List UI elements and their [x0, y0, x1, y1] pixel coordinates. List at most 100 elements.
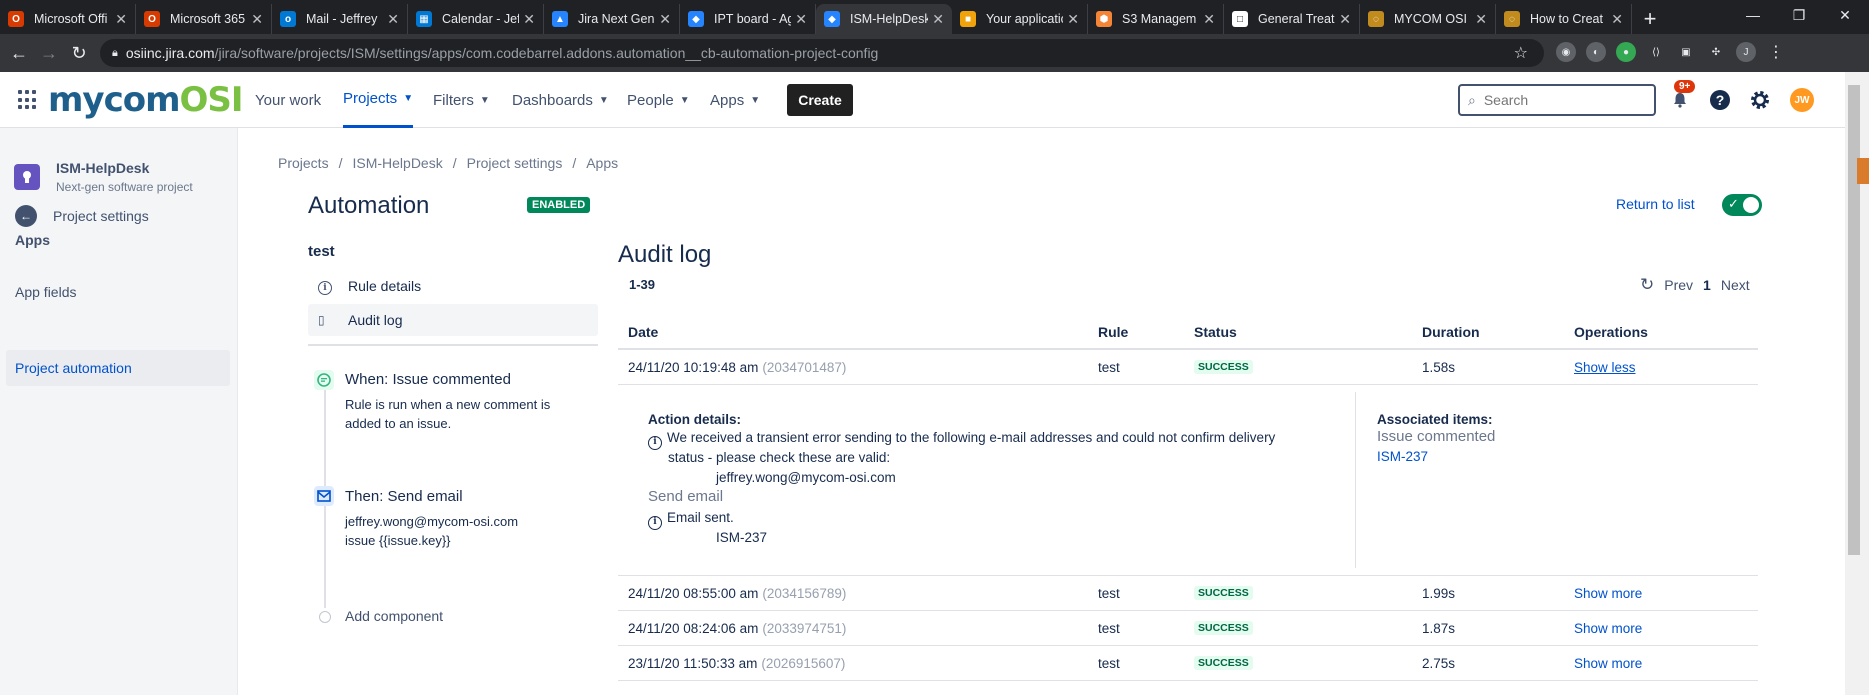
nav-dashboards[interactable]: Dashboards ▼	[512, 72, 609, 128]
tab-close-icon[interactable]: ✕	[1203, 11, 1215, 28]
tab-close-icon[interactable]: ✕	[115, 11, 127, 28]
component-trigger-title[interactable]: When: Issue commented	[345, 371, 511, 388]
show-more-link[interactable]: Show more	[1574, 646, 1642, 680]
browser-tab[interactable]: ◆ ISM-HelpDesk ✕	[816, 4, 952, 34]
row-status: SUCCESS	[1194, 350, 1253, 384]
column-header-operations: Operations	[1574, 324, 1648, 340]
breadcrumb-project[interactable]: ISM-HelpDesk	[352, 155, 442, 171]
associated-issue-link[interactable]: ISM-237	[1377, 449, 1428, 464]
tab-close-icon[interactable]: ✕	[251, 11, 263, 28]
browser-tab[interactable]: ◌ How to Creat ✕	[1496, 4, 1632, 34]
search-input[interactable]	[1483, 92, 1634, 108]
row-duration: 2.75s	[1422, 655, 1456, 671]
email-icon	[314, 486, 334, 506]
minimize-button[interactable]: —	[1730, 0, 1776, 30]
show-more-link[interactable]: Show more	[1574, 576, 1642, 610]
sidebar-back-project-settings[interactable]: ← Project settings	[0, 198, 229, 234]
forward-icon[interactable]: →	[34, 38, 64, 68]
row-duration: 1.99s	[1422, 585, 1456, 601]
add-component-button[interactable]: Add component	[345, 608, 443, 624]
row-date: 24/11/20 08:24:06 am (2033974751)	[628, 620, 847, 636]
next-page-button[interactable]: Next	[1721, 277, 1750, 293]
breadcrumb-projects[interactable]: Projects	[278, 155, 329, 171]
chevron-down-icon: ▼	[679, 94, 690, 106]
tab-favicon-icon: □	[1232, 11, 1248, 27]
browser-tab[interactable]: ◆ IPT board - Ag ✕	[680, 4, 816, 34]
puzzle-icon[interactable]: ✣	[1706, 42, 1726, 62]
profile-avatar[interactable]: J	[1736, 42, 1756, 62]
search-box[interactable]: ⌕	[1458, 84, 1656, 116]
tab-close-icon[interactable]: ✕	[932, 11, 944, 28]
tab-close-icon[interactable]: ✕	[1611, 11, 1623, 28]
browser-tab[interactable]: ▲ Jira Next Gen ✕	[544, 4, 680, 34]
browser-tab[interactable]: ■ Your applicatio ✕	[952, 4, 1088, 34]
sidebar-item-project-automation[interactable]: Project automation	[6, 350, 230, 386]
breadcrumb-apps[interactable]: Apps	[586, 155, 618, 171]
tab-favicon-icon: ◆	[688, 11, 704, 27]
rule-menu-audit-log[interactable]: ▯ Audit log	[308, 304, 598, 336]
return-to-list-link[interactable]: Return to list	[1616, 196, 1695, 212]
nav-people[interactable]: People ▼	[627, 72, 690, 128]
extension-icon[interactable]: ●	[1616, 42, 1636, 62]
tab-label: ISM-HelpDesk	[850, 12, 929, 26]
divider	[1355, 392, 1356, 568]
scrollbar-thumb[interactable]	[1848, 85, 1860, 555]
browser-tab[interactable]: ◌ MYCOM OSI ✕	[1360, 4, 1496, 34]
tab-close-icon[interactable]: ✕	[1475, 11, 1487, 28]
toggle-knob	[1743, 197, 1759, 213]
show-less-link[interactable]: Show less	[1574, 350, 1636, 384]
extension-icon[interactable]: ◉	[1556, 42, 1576, 62]
rule-enabled-toggle[interactable]: ✓	[1722, 194, 1762, 216]
sidebar-item-app-fields[interactable]: App fields	[0, 274, 229, 310]
close-window-button[interactable]: ✕	[1822, 0, 1868, 30]
browser-tab[interactable]: O Microsoft 365 ✕	[136, 4, 272, 34]
tab-close-icon[interactable]: ✕	[1067, 11, 1079, 28]
info-icon: i	[318, 277, 334, 295]
table-row: 24/11/20 10:19:48 am (2034701487) test SU…	[618, 350, 1758, 385]
app-switcher-icon[interactable]	[18, 90, 38, 110]
browser-tab[interactable]: o Mail - Jeffrey ✕	[272, 4, 408, 34]
new-tab-button[interactable]: +	[1632, 4, 1668, 34]
column-header-duration: Duration	[1422, 324, 1480, 340]
bookmark-star-icon[interactable]: ☆	[1514, 43, 1528, 63]
tab-label: S3 Managem	[1122, 12, 1197, 26]
user-avatar[interactable]: JW	[1790, 88, 1814, 112]
maximize-button[interactable]: ❐	[1776, 0, 1822, 30]
nav-apps[interactable]: Apps ▼	[710, 72, 760, 128]
settings-gear-icon[interactable]	[1748, 88, 1772, 112]
browser-tab[interactable]: ⬢ S3 Managem ✕	[1088, 4, 1224, 34]
component-action-title[interactable]: Then: Send email	[345, 488, 463, 505]
company-logo[interactable]: mycomOSI	[48, 80, 244, 120]
tab-close-icon[interactable]: ✕	[387, 11, 399, 28]
nav-filters[interactable]: Filters ▼	[433, 72, 490, 128]
tab-close-icon[interactable]: ✕	[1339, 11, 1351, 28]
breadcrumb-project-settings[interactable]: Project settings	[467, 155, 563, 171]
row-rule: test	[1098, 655, 1120, 671]
chevron-down-icon: ▼	[598, 94, 609, 106]
tab-label: Calendar - Jeff	[442, 12, 520, 26]
browser-menu-icon[interactable]: ⋮	[1766, 42, 1786, 62]
result-range: 1-39	[629, 277, 656, 292]
help-icon[interactable]: ?	[1708, 88, 1732, 112]
browser-tab[interactable]: O Microsoft Offi ✕	[0, 4, 136, 34]
project-name[interactable]: ISM-HelpDesk	[56, 160, 149, 176]
show-more-link[interactable]: Show more	[1574, 611, 1642, 645]
tab-close-icon[interactable]: ✕	[523, 11, 535, 28]
create-button[interactable]: Create	[787, 84, 853, 116]
extension-icon[interactable]: ⟨⟩	[1646, 42, 1666, 62]
prev-page-button[interactable]: Prev	[1664, 277, 1693, 293]
refresh-icon[interactable]: ↻	[1640, 275, 1654, 295]
back-icon[interactable]: ←	[4, 38, 34, 68]
nav-your-work[interactable]: Your work	[255, 72, 321, 128]
browser-tab[interactable]: ▦ Calendar - Jeff ✕	[408, 4, 544, 34]
tab-close-icon[interactable]: ✕	[659, 11, 671, 28]
reload-icon[interactable]: ↻	[64, 38, 94, 68]
address-bar[interactable]: 🔒︎ osiinc.jira.com/jira/software/project…	[100, 39, 1544, 67]
tab-label: How to Creat	[1530, 12, 1603, 26]
rule-menu-rule-details[interactable]: i Rule details	[308, 270, 598, 302]
camera-icon[interactable]: ▣	[1676, 42, 1696, 62]
browser-tab[interactable]: □ General Treat ✕	[1224, 4, 1360, 34]
nav-projects[interactable]: Projects ▼	[343, 72, 414, 128]
tab-close-icon[interactable]: ✕	[795, 11, 807, 28]
extension-icon[interactable]: ◐	[1586, 42, 1606, 62]
